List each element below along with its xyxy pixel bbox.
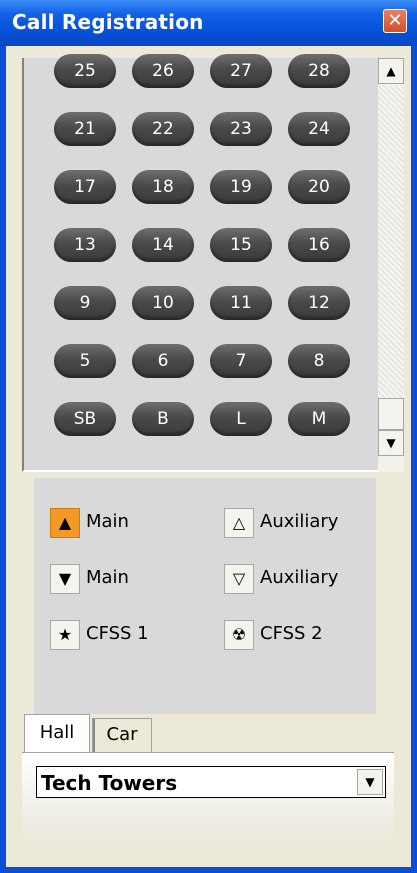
building-select-value: Tech Towers [41,771,178,795]
floor-button-7[interactable]: 7 [210,344,272,378]
hall-call-panel: ▲ Main △ Auxiliary ▼ Main ▽ Auxiliary ★ CFSS 1 ☢ CF… [34,478,376,714]
tab-car[interactable]: Car [92,718,152,752]
floor-button-23[interactable]: 23 [210,112,272,146]
floor-button-27[interactable]: 27 [210,54,272,88]
floor-button-24[interactable]: 24 [288,112,350,146]
call-label: CFSS 2 [260,623,323,644]
call-button-4[interactable]: ★ [50,620,80,650]
dropdown-button[interactable]: ▼ [357,769,383,795]
down-arrow-icon: ▼ [58,569,72,588]
floor-button-17[interactable]: 17 [54,170,116,204]
floor-button-6[interactable]: 6 [132,344,194,378]
floor-button-22[interactable]: 22 [132,112,194,146]
call-button-2[interactable]: ▼ [50,564,80,594]
hollow-up-arrow-icon: △ [232,513,246,532]
floor-button-m[interactable]: M [288,402,350,436]
tab-hall-label: Hall [39,722,75,743]
client-area: 25 26 27 28 21 22 23 24 17 18 19 20 13 14 15 16 9 10 11 12 5… [6,46,411,867]
scroll-thumb[interactable] [378,398,404,430]
call-label: Auxiliary [260,567,339,588]
floor-button-5[interactable]: 5 [54,344,116,378]
scroll-up-icon: ▲ [386,64,396,78]
call-button-0[interactable]: ▲ [50,508,80,538]
scroll-down-button[interactable]: ▼ [378,430,404,456]
chevron-down-icon: ▼ [365,775,375,789]
window-title: Call Registration [12,10,204,34]
tab-hall[interactable]: Hall [24,714,90,754]
call-label: Auxiliary [260,511,339,532]
call-button-5[interactable]: ☢ [224,620,254,650]
close-icon: ✕ [387,10,403,31]
floor-button-panel: 25 26 27 28 21 22 23 24 17 18 19 20 13 14 15 16 9 10 11 12 5… [22,54,380,472]
close-button[interactable]: ✕ [383,9,407,33]
floor-button-13[interactable]: 13 [54,228,116,262]
floor-button-16[interactable]: 16 [288,228,350,262]
call-button-3[interactable]: ▽ [224,564,254,594]
floor-button-l[interactable]: L [210,402,272,436]
scroll-track[interactable] [378,86,404,398]
call-registration-window: Call Registration ✕ 25 26 27 28 21 22 23 24 17 18… [0,0,417,873]
floor-scrollbar[interactable]: ▲ ▼ [378,58,404,472]
floor-button-19[interactable]: 19 [210,170,272,204]
floor-button-10[interactable]: 10 [132,286,194,320]
title-bar[interactable]: Call Registration ✕ [0,0,417,46]
hollow-down-arrow-icon: ▽ [232,569,246,588]
floor-button-9[interactable]: 9 [54,286,116,320]
call-label: Main [86,567,129,588]
floor-button-25[interactable]: 25 [54,54,116,88]
floor-button-b[interactable]: B [132,402,194,436]
floor-button-11[interactable]: 11 [210,286,272,320]
scroll-down-icon: ▼ [386,436,396,450]
floor-button-12[interactable]: 12 [288,286,350,320]
tab-car-label: Car [106,724,138,745]
floor-button-28[interactable]: 28 [288,54,350,88]
floor-button-18[interactable]: 18 [132,170,194,204]
call-button-1[interactable]: △ [224,508,254,538]
floor-button-sb[interactable]: SB [54,402,116,436]
call-label: CFSS 1 [86,623,149,644]
floor-button-14[interactable]: 14 [132,228,194,262]
call-label: Main [86,511,129,532]
floor-button-15[interactable]: 15 [210,228,272,262]
radiation-icon: ☢ [231,625,247,644]
floor-button-8[interactable]: 8 [288,344,350,378]
up-arrow-icon: ▲ [58,513,72,532]
building-select[interactable]: Tech Towers ▼ [36,766,386,798]
floor-button-21[interactable]: 21 [54,112,116,146]
floor-button-26[interactable]: 26 [132,54,194,88]
star-icon: ★ [57,625,73,644]
scroll-up-button[interactable]: ▲ [378,58,404,84]
floor-button-20[interactable]: 20 [288,170,350,204]
